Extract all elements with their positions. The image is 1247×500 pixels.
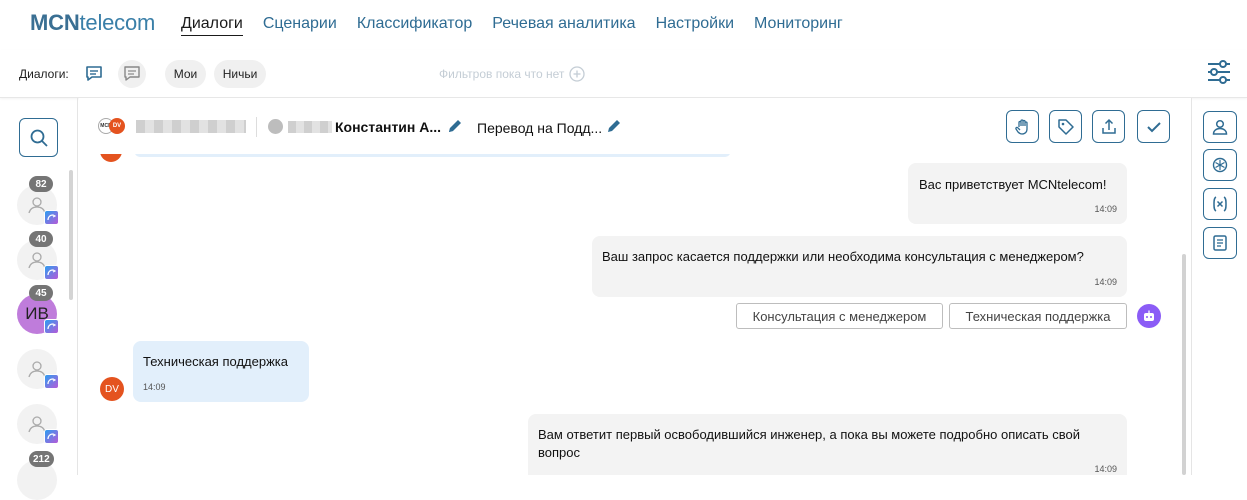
nav-speech-analytics[interactable]: Речевая аналитика — [492, 15, 635, 36]
message-time: 14:09 — [1094, 277, 1117, 287]
bot-message: Вам ответит первый освободившийся инжене… — [528, 414, 1127, 475]
logo-light: telecom — [79, 10, 156, 35]
bot-message: Вас приветствует MCNtelecom! 14:09 — [908, 163, 1127, 224]
nav-monitoring[interactable]: Мониторинг — [754, 15, 843, 36]
message-time: 14:09 — [143, 382, 166, 392]
edit-route-button[interactable] — [605, 117, 623, 140]
message-text: Техническая поддержка — [143, 354, 288, 369]
redacted-contact — [288, 121, 332, 133]
chat-lines-icon — [86, 66, 102, 81]
logo-bold: MCN — [30, 10, 80, 35]
contact-user-icon — [268, 119, 283, 134]
dialog-item[interactable]: 212 — [17, 451, 57, 500]
quick-reply-button[interactable]: Техническая поддержка — [949, 303, 1127, 329]
message-time: 14:09 — [1094, 464, 1117, 474]
dialog-item[interactable]: 40 — [17, 231, 59, 280]
closed-dialogs-filter[interactable] — [118, 60, 146, 88]
ai-knot-icon — [1212, 157, 1228, 173]
dialog-list: 82 40 ИВ 45 212 — [0, 98, 78, 500]
active-dialogs-filter[interactable] — [80, 60, 108, 88]
message-text: Ваш запрос касается поддержки или необхо… — [602, 249, 1084, 264]
contact-name[interactable]: Константин А... — [335, 119, 441, 135]
dialog-item-active[interactable]: ИВ 45 — [17, 285, 59, 334]
redacted-phone — [136, 120, 246, 133]
participants: MCN DV — [98, 118, 128, 134]
dialog-list-scrollbar[interactable] — [69, 170, 73, 300]
export-button[interactable] — [1092, 110, 1125, 143]
main-nav: Диалоги Сценарии Классификатор Речевая а… — [181, 15, 843, 36]
nav-classifier[interactable]: Классификатор — [357, 15, 472, 36]
client-avatar: DV — [100, 377, 124, 401]
variable-icon — [1213, 196, 1227, 212]
unread-badge: 45 — [29, 285, 53, 301]
dialog-item[interactable] — [17, 404, 59, 444]
search-icon — [30, 129, 48, 147]
nobody-filter-button[interactable]: Ничьи — [214, 60, 266, 88]
dialog-item[interactable]: 82 — [17, 176, 59, 225]
mine-filter-button[interactable]: Мои — [165, 60, 206, 88]
channel-icon — [44, 319, 59, 334]
search-button[interactable] — [19, 118, 58, 157]
header-divider — [256, 117, 257, 137]
tag-button[interactable] — [1049, 110, 1082, 143]
take-dialog-button[interactable] — [1006, 110, 1039, 143]
hand-icon — [1014, 118, 1028, 135]
filter-settings-button[interactable] — [1205, 58, 1233, 91]
document-icon — [1213, 235, 1227, 251]
channel-icon — [44, 429, 59, 444]
top-bar: MCNtelecom Диалоги Сценарии Классификато… — [0, 0, 1247, 50]
user-icon — [1212, 119, 1228, 135]
add-filter[interactable]: Фильтров пока что нет — [439, 66, 586, 82]
client-info-button[interactable] — [1203, 111, 1237, 143]
tag-icon — [1057, 118, 1074, 135]
route-name[interactable]: Перевод на Подд... — [477, 120, 602, 136]
edit-contact-button[interactable] — [446, 117, 464, 140]
message-text: Вам ответит первый освободившийся инжене… — [538, 427, 1081, 460]
channel-icon — [44, 374, 59, 389]
unread-badge: 212 — [29, 451, 54, 467]
plus-circle-icon — [569, 66, 586, 82]
previous-avatar-edge — [100, 154, 122, 162]
share-icon — [1101, 118, 1116, 134]
channel-icon — [44, 265, 59, 280]
pencil-icon — [449, 120, 461, 132]
checkmark-icon — [1146, 121, 1161, 132]
unread-badge: 82 — [29, 176, 53, 192]
filter-dialogs-label: Диалоги: — [19, 67, 69, 81]
variables-button[interactable] — [1203, 188, 1237, 220]
chat-icon — [124, 66, 140, 81]
bot-avatar — [1137, 304, 1161, 328]
previous-message-edge — [134, 154, 731, 157]
channel-icon — [44, 210, 59, 225]
notes-button[interactable] — [1203, 227, 1237, 259]
nav-dialogs[interactable]: Диалоги — [181, 15, 243, 36]
no-filters-text: Фильтров пока что нет — [439, 67, 565, 81]
message-list: Вас приветствует MCNtelecom! 14:09 Ваш з… — [79, 154, 1191, 475]
unread-badge: 40 — [29, 231, 53, 247]
message-text: Вас приветствует MCNtelecom! — [919, 177, 1107, 192]
filter-bar: Диалоги: Мои Ничьи Фильтров пока что нет — [0, 50, 1247, 98]
dialog-item[interactable] — [17, 349, 59, 389]
message-time: 14:09 — [1094, 204, 1117, 214]
ai-assistant-button[interactable] — [1203, 149, 1237, 181]
client-avatar: DV — [109, 118, 125, 134]
client-message: Техническая поддержка 14:09 — [133, 341, 309, 402]
chat-header: MCN DV Константин А... Перевод на Подд..… — [79, 98, 1191, 154]
bot-message: Ваш запрос касается поддержки или необхо… — [592, 236, 1127, 297]
nav-settings[interactable]: Настройки — [656, 15, 734, 36]
close-dialog-button[interactable] — [1137, 110, 1170, 143]
message-list-scrollbar[interactable] — [1182, 254, 1186, 475]
quick-reply-button[interactable]: Консультация с менеджером — [736, 303, 943, 329]
right-toolbar — [1191, 98, 1247, 475]
logo[interactable]: MCNtelecom — [30, 10, 155, 36]
nav-scenarios[interactable]: Сценарии — [263, 15, 337, 36]
sliders-icon — [1208, 60, 1230, 84]
pencil-icon — [608, 120, 620, 132]
robot-icon — [1144, 310, 1154, 321]
